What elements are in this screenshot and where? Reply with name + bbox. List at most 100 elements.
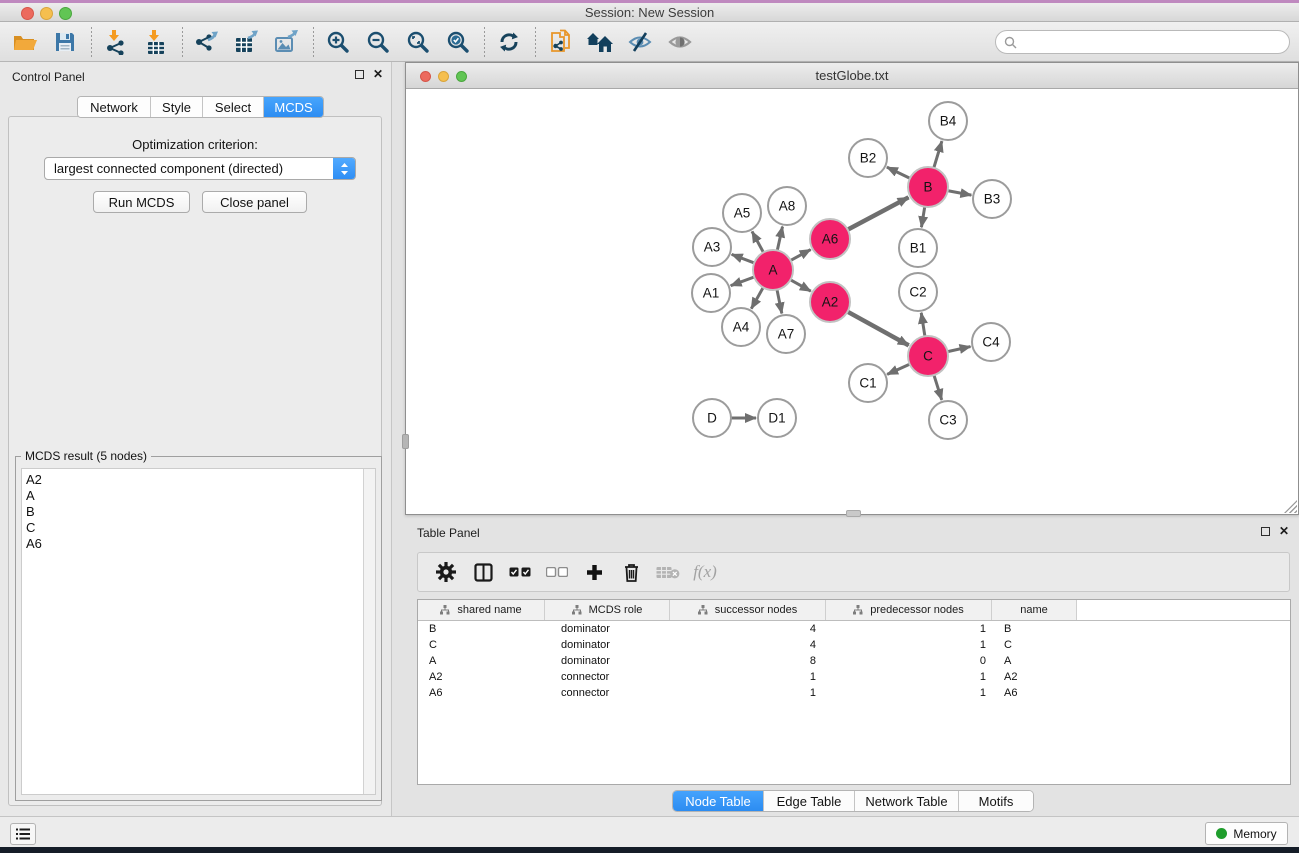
graph-node-A4[interactable]: A4 bbox=[722, 308, 760, 346]
hide-graphics-details-button[interactable] bbox=[623, 25, 657, 59]
graph-node-C2[interactable]: C2 bbox=[899, 273, 937, 311]
search-field[interactable] bbox=[995, 30, 1290, 54]
tab-mcds[interactable]: MCDS bbox=[264, 97, 323, 117]
list-item[interactable]: C bbox=[22, 520, 362, 536]
column-header-name[interactable]: name bbox=[992, 600, 1077, 620]
tab-select[interactable]: Select bbox=[203, 97, 264, 117]
graph-node-A3[interactable]: A3 bbox=[693, 228, 731, 266]
graph-edge-A-A8[interactable] bbox=[777, 227, 782, 252]
tab-network-table[interactable]: Network Table bbox=[855, 791, 959, 811]
close-table-panel-icon[interactable]: ✕ bbox=[1279, 526, 1289, 536]
float-panel-icon[interactable] bbox=[355, 70, 364, 79]
column-visibility-button[interactable] bbox=[468, 557, 498, 587]
graph-edge-B-B1[interactable] bbox=[921, 206, 925, 228]
home-view-button[interactable] bbox=[583, 25, 617, 59]
add-column-button[interactable] bbox=[579, 557, 609, 587]
graph-edge-A2-C[interactable] bbox=[847, 311, 909, 345]
close-panel-button[interactable]: Close panel bbox=[202, 191, 307, 213]
graph-node-B1[interactable]: B1 bbox=[899, 229, 937, 267]
graph-node-C4[interactable]: C4 bbox=[972, 323, 1010, 361]
tab-node-table[interactable]: Node Table bbox=[673, 791, 764, 811]
graph-node-B[interactable]: B bbox=[908, 167, 948, 207]
clone-network-button[interactable] bbox=[543, 25, 577, 59]
graph-node-A2[interactable]: A2 bbox=[810, 282, 850, 322]
graph-edge-B-B4[interactable] bbox=[934, 141, 942, 169]
graph-edge-A6-B[interactable] bbox=[847, 197, 909, 230]
graph-edge-A-A3[interactable] bbox=[732, 254, 756, 263]
show-task-history-button[interactable] bbox=[10, 823, 36, 845]
graph-node-A6[interactable]: A6 bbox=[810, 219, 850, 259]
table-row[interactable]: A2connector11A2 bbox=[418, 669, 1290, 685]
graph-node-D[interactable]: D bbox=[693, 399, 731, 437]
export-image-button[interactable] bbox=[270, 25, 304, 59]
show-graphics-details-button[interactable] bbox=[663, 25, 697, 59]
list-item[interactable]: A2 bbox=[22, 472, 362, 488]
export-network-button[interactable] bbox=[190, 25, 224, 59]
graph-node-C1[interactable]: C1 bbox=[849, 364, 887, 402]
list-item[interactable]: A bbox=[22, 488, 362, 504]
table-row[interactable]: Adominator80A bbox=[418, 653, 1290, 669]
column-header-successor-nodes[interactable]: successor nodes bbox=[670, 600, 826, 620]
graph-edge-B-B2[interactable] bbox=[887, 167, 911, 179]
graph-edge-C-C2[interactable] bbox=[921, 313, 925, 337]
run-mcds-button[interactable]: Run MCDS bbox=[93, 191, 190, 213]
network-window-titlebar[interactable]: testGlobe.txt bbox=[406, 63, 1298, 89]
column-header-mcds-role[interactable]: MCDS role bbox=[545, 600, 670, 620]
graph-edge-A-A1[interactable] bbox=[731, 277, 755, 286]
graph-edge-A-A6[interactable] bbox=[790, 250, 811, 261]
table-row[interactable]: Bdominator41B bbox=[418, 621, 1290, 637]
graph-node-A1[interactable]: A1 bbox=[692, 274, 730, 312]
graph-node-A5[interactable]: A5 bbox=[723, 194, 761, 232]
list-item[interactable]: A6 bbox=[22, 536, 362, 552]
select-stepper[interactable] bbox=[333, 158, 355, 179]
result-scrollbar[interactable] bbox=[363, 469, 375, 794]
horizontal-scroll-nub[interactable] bbox=[846, 510, 861, 517]
graph-node-C[interactable]: C bbox=[908, 336, 948, 376]
graph-edge-A-A7[interactable] bbox=[777, 289, 782, 314]
zoom-out-button[interactable] bbox=[361, 25, 395, 59]
graph-node-A[interactable]: A bbox=[753, 250, 793, 290]
graph-edge-B-B3[interactable] bbox=[947, 191, 972, 196]
vertical-scroll-nub[interactable] bbox=[402, 434, 409, 449]
search-input[interactable] bbox=[1017, 32, 1289, 52]
graph-node-A7[interactable]: A7 bbox=[767, 315, 805, 353]
tab-motifs[interactable]: Motifs bbox=[959, 791, 1033, 811]
graph-node-C3[interactable]: C3 bbox=[929, 401, 967, 439]
zoom-in-button[interactable] bbox=[321, 25, 355, 59]
graph-edge-A-A4[interactable] bbox=[751, 287, 763, 309]
column-header-shared-name[interactable]: shared name bbox=[418, 600, 545, 620]
tab-edge-table[interactable]: Edge Table bbox=[764, 791, 855, 811]
select-all-button[interactable] bbox=[505, 557, 535, 587]
graph-edge-A-A2[interactable] bbox=[790, 279, 811, 291]
graph-node-B2[interactable]: B2 bbox=[849, 139, 887, 177]
attribute-gear-button[interactable] bbox=[431, 557, 461, 587]
close-panel-icon[interactable]: ✕ bbox=[373, 69, 383, 79]
float-table-panel-icon[interactable] bbox=[1261, 527, 1270, 536]
graph-node-B3[interactable]: B3 bbox=[973, 180, 1011, 218]
export-table-button[interactable] bbox=[230, 25, 264, 59]
graph-edge-C-C3[interactable] bbox=[934, 374, 942, 400]
graph-edge-A-A5[interactable] bbox=[752, 231, 764, 253]
refresh-button[interactable] bbox=[492, 25, 526, 59]
tab-style[interactable]: Style bbox=[151, 97, 203, 117]
save-session-button[interactable] bbox=[48, 25, 82, 59]
network-graph[interactable]: B4 B2 B B3 A8A5 A6 A3 B1 A C2 A1 A2 A4A7 C4 C C1 C3 D D1 bbox=[406, 89, 1298, 514]
list-item[interactable]: B bbox=[22, 504, 362, 520]
import-table-button[interactable] bbox=[139, 25, 173, 59]
open-session-button[interactable] bbox=[8, 25, 42, 59]
memory-button[interactable]: Memory bbox=[1205, 822, 1288, 845]
table-row[interactable]: Cdominator41C bbox=[418, 637, 1290, 653]
deselect-all-button[interactable] bbox=[542, 557, 572, 587]
tab-network[interactable]: Network bbox=[78, 97, 151, 117]
column-header-predecessor-nodes[interactable]: predecessor nodes bbox=[826, 600, 992, 620]
graph-node-A8[interactable]: A8 bbox=[768, 187, 806, 225]
app-titlebar[interactable]: Session: New Session bbox=[0, 3, 1299, 22]
graph-node-B4[interactable]: B4 bbox=[929, 102, 967, 140]
zoom-selected-button[interactable] bbox=[441, 25, 475, 59]
import-network-button[interactable] bbox=[99, 25, 133, 59]
graph-node-D1[interactable]: D1 bbox=[758, 399, 796, 437]
network-canvas[interactable]: B4 B2 B B3 A8A5 A6 A3 B1 A C2 A1 A2 A4A7 C4 C C1 C3 D D1 bbox=[406, 89, 1298, 514]
zoom-fit-button[interactable] bbox=[401, 25, 435, 59]
graph-edge-C-C1[interactable] bbox=[887, 364, 911, 375]
delete-column-button[interactable] bbox=[616, 557, 646, 587]
